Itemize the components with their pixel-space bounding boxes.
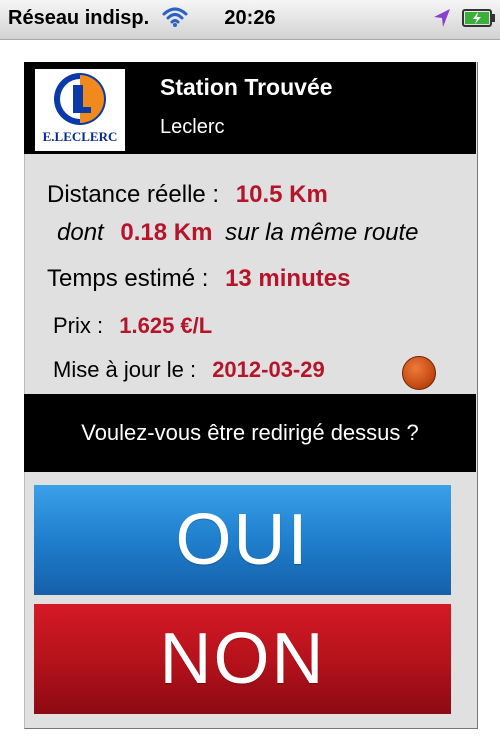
leclerc-logo-icon — [54, 73, 106, 125]
same-road-label: sur la même route — [225, 219, 419, 246]
update-row: Mise à jour le : 2012-03-29 — [53, 357, 325, 383]
status-bar: Réseau indisp. 20:26 — [0, 0, 500, 40]
dont-label: dont — [57, 219, 104, 246]
redirect-question: Voulez-vous être redirigé dessus ? — [24, 394, 476, 472]
time-label: Temps estimé : — [47, 265, 209, 292]
time-row: Temps estimé : 13 minutes — [47, 265, 350, 293]
price-row: Prix : 1.625 €/L — [53, 313, 212, 339]
distance-value: 10.5 Km — [235, 181, 328, 208]
price-value: 1.625 €/L — [119, 313, 213, 338]
location-arrow-icon — [432, 7, 452, 34]
yes-button-label: OUI — [175, 500, 310, 580]
same-road-row: dont 0.18 Km sur la même route — [57, 219, 419, 247]
yes-button[interactable]: OUI — [34, 485, 451, 595]
distance-label: Distance réelle : — [47, 181, 220, 208]
price-label: Prix : — [53, 313, 104, 338]
question-text: Voulez-vous être redirigé dessus ? — [81, 420, 419, 445]
time-value: 13 minutes — [225, 265, 351, 292]
station-title: Station Trouvée — [160, 74, 333, 100]
status-time: 20:26 — [224, 7, 276, 29]
update-label: Mise à jour le : — [53, 357, 197, 382]
leclerc-logo: E.LECLERC — [35, 69, 125, 151]
battery-charging-icon — [462, 9, 496, 32]
no-button[interactable]: NON — [34, 604, 451, 714]
station-name: Leclerc — [160, 116, 225, 138]
update-value: 2012-03-29 — [212, 357, 325, 382]
logo-text: E.LECLERC — [42, 129, 118, 144]
no-button-label: NON — [159, 619, 326, 699]
same-road-value: 0.18 Km — [120, 219, 213, 246]
status-indicator — [402, 356, 436, 390]
distance-row: Distance réelle : 10.5 Km — [47, 181, 328, 209]
